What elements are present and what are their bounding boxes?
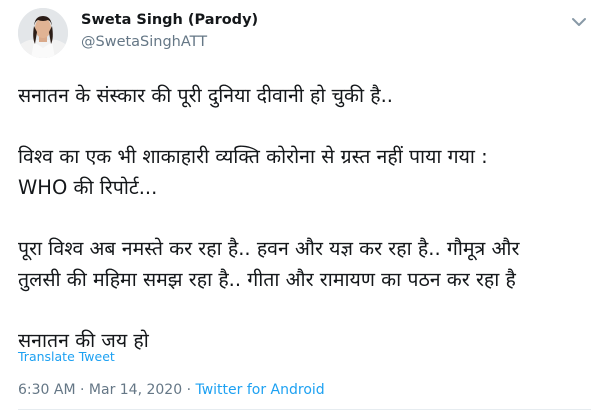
tweet-paragraph: सनातन के संस्कार की पूरी दुनिया दीवानी ह… <box>18 80 593 111</box>
tweet-line: सनातन के संस्कार की पूरी दुनिया दीवानी ह… <box>18 84 393 107</box>
author-display-name[interactable]: Sweta Singh (Parody) <box>81 12 258 28</box>
meta-separator: · <box>186 382 192 398</box>
tweet-line: तुलसी की महिमा समझ रहा है.. गीता और रामा… <box>18 268 516 291</box>
meta-separator: · <box>80 382 85 398</box>
tweet-date[interactable]: Mar 14, 2020 <box>89 382 182 398</box>
tweet-line: विश्व का एक भी शाकाहारी व्यक्ति कोरोना स… <box>18 145 488 168</box>
tweet-line: WHO की रिपोर्ट... <box>18 176 158 199</box>
tweet-text: सनातन के संस्कार की पूरी दुनिया दीवानी ह… <box>18 80 593 386</box>
tweet-paragraph: पूरा विश्व अब नमस्ते कर रहा है.. हवन और … <box>18 233 593 295</box>
tweet-line: पूरा विश्व अब नमस्ते कर रहा है.. हवन और … <box>18 237 520 260</box>
profile-photo <box>18 8 68 58</box>
translate-tweet-link[interactable]: Translate Tweet <box>18 349 115 364</box>
tweet-card: Sweta Singh (Parody) @SwetaSinghATT सनात… <box>0 0 601 413</box>
avatar[interactable] <box>18 8 68 58</box>
tweet-paragraph: विश्व का एक भी शाकाहारी व्यक्ति कोरोना स… <box>18 141 593 203</box>
author-handle[interactable]: @SwetaSinghATT <box>81 34 207 50</box>
divider <box>18 409 591 410</box>
tweet-metadata: 6:30 AM · Mar 14, 2020 · Twitter for And… <box>18 382 325 398</box>
tweet-time[interactable]: 6:30 AM <box>18 382 76 398</box>
chevron-down-icon[interactable] <box>570 14 588 28</box>
tweet-source-link[interactable]: Twitter for Android <box>195 382 324 398</box>
